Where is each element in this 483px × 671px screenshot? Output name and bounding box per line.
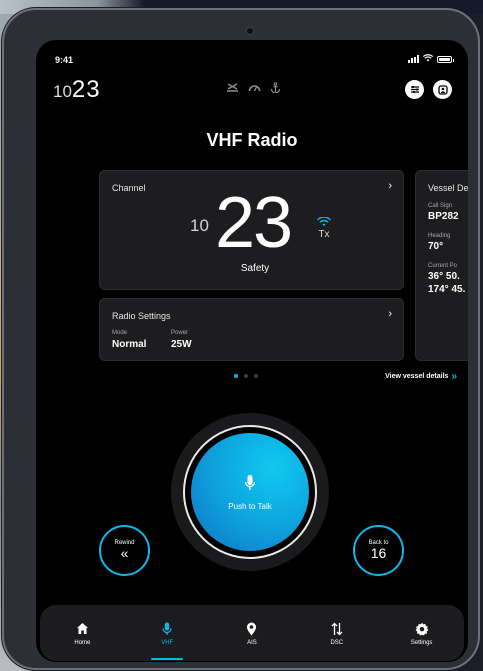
heading-value: 70°: [428, 241, 444, 252]
header-channel-prefix: 10: [53, 82, 72, 101]
channel-card[interactable]: Channel › 10 23 Safety Tx: [99, 170, 404, 290]
mode-label: Mode: [112, 330, 128, 336]
mode-value: Normal: [112, 339, 147, 350]
radio-settings-card[interactable]: Radio Settings › Mode Normal Power 25W: [99, 298, 404, 361]
front-camera: [246, 27, 254, 35]
position-lat: 36° 50.: [428, 271, 460, 282]
page-title: VHF Radio: [206, 130, 298, 150]
position-lon: 174° 45.: [428, 284, 466, 295]
nav-label: AIS: [247, 640, 257, 646]
nav-item-vhf[interactable]: VHF: [137, 620, 197, 660]
profile-button[interactable]: [433, 80, 452, 99]
chevron-right-icon: ›: [388, 180, 392, 192]
position-field: Current Po 36° 50. 174° 45.: [428, 263, 465, 295]
radio-settings-title: Radio Settings: [112, 311, 171, 321]
carousel-pager[interactable]: [234, 374, 258, 378]
back-to-channel-button[interactable]: Back to 16: [353, 525, 404, 576]
channel-prefix: 10: [190, 216, 209, 235]
header-channel-number: 23: [71, 76, 101, 103]
channel-description: Safety: [240, 263, 270, 274]
location-pin-icon: [222, 622, 282, 637]
tx-label: Tx: [318, 229, 330, 240]
push-to-talk-ring: Push to Talk: [183, 425, 317, 559]
nav-item-settings[interactable]: Settings: [392, 620, 452, 646]
transmit-icon: [316, 216, 332, 226]
heading-field: Heading 70°: [428, 233, 450, 252]
tablet-screen: 9:41 10 23 VHF Radio Channel › 10 23 Saf…: [36, 40, 468, 662]
call-sign-field: Call Sign BP282: [428, 203, 459, 222]
nav-label: Home: [74, 640, 91, 646]
tablet-frame: 9:41 10 23 VHF Radio Channel › 10 23 Saf…: [2, 8, 480, 670]
header-channel: 10 23: [53, 76, 101, 104]
rewind-button[interactable]: Rewind «: [99, 525, 150, 576]
position-label: Current Po: [428, 263, 458, 269]
view-vessel-details-label: View vessel details: [385, 373, 449, 380]
mode-field: Mode Normal: [112, 330, 146, 350]
filter-button[interactable]: [405, 80, 424, 99]
push-to-talk-button[interactable]: Push to Talk: [191, 433, 309, 551]
double-chevron-right-icon: »: [451, 371, 457, 382]
power-label: Power: [171, 330, 189, 336]
back-to-channel-value: 16: [370, 544, 387, 561]
pager-dot[interactable]: [244, 374, 248, 378]
tx-indicator: Tx: [316, 216, 332, 240]
gear-icon: [392, 622, 452, 637]
header-actions: [405, 80, 452, 99]
status-icons: [408, 54, 454, 64]
channel-number: 23: [215, 183, 293, 263]
vessel-details-card[interactable]: Vessel De Call Sign BP282 Heading 70° Cu…: [415, 170, 468, 361]
double-chevron-left-icon: «: [120, 544, 129, 561]
power-value: 25W: [171, 339, 192, 350]
microphone-icon: [244, 474, 256, 490]
battery-icon: [437, 55, 454, 63]
view-vessel-details-link[interactable]: View vessel details »: [385, 371, 457, 382]
bottom-navigation: Home VHF AIS DSC Settings: [40, 605, 464, 661]
push-to-talk-label: Push to Talk: [228, 501, 272, 511]
status-indicator-icons: [226, 82, 281, 96]
vessel-status-icon: [226, 82, 239, 96]
call-sign-value: BP282: [428, 211, 459, 222]
swap-arrows-icon: [307, 622, 367, 637]
nav-label: DSC: [330, 640, 344, 646]
anchor-icon: [270, 82, 281, 96]
chevron-right-icon: ›: [388, 308, 392, 320]
heading-label: Heading: [428, 233, 451, 239]
home-icon: [52, 622, 112, 637]
nav-label: VHF: [161, 640, 174, 646]
status-time: 9:41: [55, 55, 74, 65]
sliders-icon: [410, 85, 419, 94]
vessel-card-title: Vessel De: [428, 183, 468, 193]
nav-label: Settings: [410, 640, 433, 646]
push-to-talk-housing: Push to Talk: [171, 413, 329, 571]
user-icon: [437, 84, 448, 95]
channel-card-title: Channel: [112, 183, 146, 193]
call-sign-label: Call Sign: [428, 203, 453, 209]
nav-item-home[interactable]: Home: [52, 620, 112, 646]
microphone-icon: [137, 622, 197, 637]
wifi-icon: [422, 54, 434, 64]
pager-dot[interactable]: [234, 374, 238, 378]
gauge-icon: [248, 82, 261, 96]
power-field: Power 25W: [171, 330, 192, 350]
pager-dot[interactable]: [254, 374, 258, 378]
nav-item-dsc[interactable]: DSC: [307, 620, 367, 646]
nav-item-ais[interactable]: AIS: [222, 620, 282, 646]
signal-icon: [408, 55, 419, 63]
